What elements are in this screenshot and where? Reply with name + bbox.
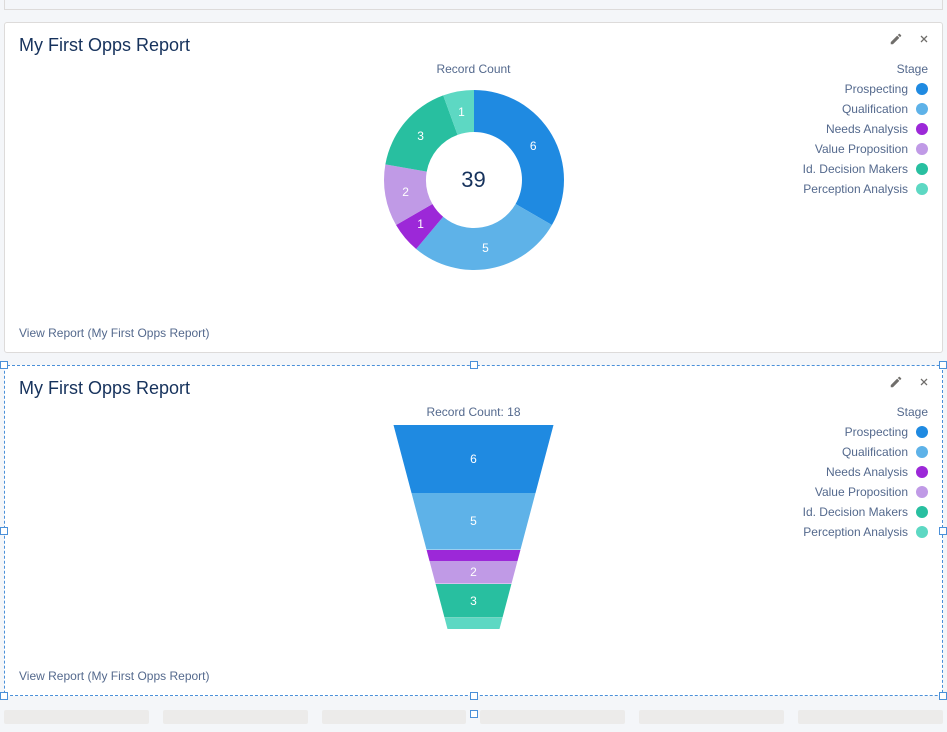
placeholder-card — [322, 710, 467, 724]
legend-label: Perception Analysis — [803, 525, 908, 539]
toolbar-placeholder — [4, 0, 943, 10]
resize-handle[interactable] — [0, 527, 8, 535]
legend-label: Value Proposition — [815, 142, 908, 156]
report-panel-funnel[interactable]: My First Opps Report Record Count: 18 6 5… — [4, 365, 943, 696]
legend-swatch — [916, 163, 928, 175]
legend-label: Qualification — [842, 102, 908, 116]
panel-title: My First Opps Report — [19, 35, 928, 56]
resize-handle[interactable] — [939, 527, 947, 535]
chart-subtitle: Record Count — [436, 62, 510, 76]
legend-item[interactable]: Value Proposition — [803, 142, 928, 156]
funnel-value: 5 — [470, 514, 477, 528]
legend-item[interactable]: Id. Decision Makers — [803, 505, 928, 519]
resize-handle[interactable] — [0, 361, 8, 369]
legend-label: Prospecting — [845, 425, 908, 439]
legend-swatch — [916, 183, 928, 195]
legend-item[interactable]: Needs Analysis — [803, 465, 928, 479]
edit-icon[interactable] — [888, 374, 904, 390]
report-panel-donut: My First Opps Report Record Count 39 651… — [4, 22, 943, 353]
legend-title: Stage — [803, 62, 928, 76]
legend-item[interactable]: Prospecting — [803, 82, 928, 96]
legend-label: Value Proposition — [815, 485, 908, 499]
legend-item[interactable]: Qualification — [803, 102, 928, 116]
resize-handle[interactable] — [470, 710, 478, 718]
legend-swatch — [916, 83, 928, 95]
legend-title: Stage — [803, 405, 928, 419]
resize-handle[interactable] — [470, 361, 478, 369]
funnel-chart: 6 5 2 3 — [384, 425, 564, 629]
legend-item[interactable]: Qualification — [803, 445, 928, 459]
legend-item[interactable]: Perception Analysis — [803, 525, 928, 539]
legend-swatch — [916, 506, 928, 518]
legend-swatch — [916, 486, 928, 498]
funnel-value: 3 — [470, 594, 477, 608]
resize-handle[interactable] — [939, 361, 947, 369]
donut-legend: Stage Prospecting Qualification Needs Anal… — [803, 62, 928, 202]
funnel-legend: Stage Prospecting Qualification Needs Anal… — [803, 405, 928, 545]
panel-title: My First Opps Report — [19, 378, 928, 399]
legend-label: Id. Decision Makers — [803, 162, 908, 176]
donut-chart: 39 651231 — [376, 82, 572, 278]
legend-swatch — [916, 466, 928, 478]
funnel-segment[interactable] — [384, 550, 564, 561]
legend-label: Qualification — [842, 445, 908, 459]
legend-label: Id. Decision Makers — [803, 505, 908, 519]
close-icon[interactable] — [916, 31, 932, 47]
legend-swatch — [916, 526, 928, 538]
view-report-link[interactable]: View Report (My First Opps Report) — [19, 326, 928, 340]
funnel-value: 2 — [470, 565, 477, 579]
legend-swatch — [916, 143, 928, 155]
resize-handle[interactable] — [0, 692, 8, 700]
edit-icon[interactable] — [888, 31, 904, 47]
legend-item[interactable]: Perception Analysis — [803, 182, 928, 196]
funnel-value: 6 — [470, 452, 477, 466]
chart-subtitle: Record Count: 18 — [426, 405, 520, 419]
resize-handle[interactable] — [939, 692, 947, 700]
legend-label: Prospecting — [845, 82, 908, 96]
funnel-segment[interactable] — [384, 618, 564, 629]
legend-swatch — [916, 446, 928, 458]
view-report-link[interactable]: View Report (My First Opps Report) — [19, 669, 928, 683]
close-icon[interactable] — [916, 374, 932, 390]
legend-item[interactable]: Needs Analysis — [803, 122, 928, 136]
legend-swatch — [916, 426, 928, 438]
placeholder-card — [639, 710, 784, 724]
placeholder-card — [798, 710, 943, 724]
placeholder-card — [163, 710, 308, 724]
legend-item[interactable]: Id. Decision Makers — [803, 162, 928, 176]
legend-item[interactable]: Prospecting — [803, 425, 928, 439]
placeholder-card — [480, 710, 625, 724]
resize-handle[interactable] — [470, 692, 478, 700]
legend-item[interactable]: Value Proposition — [803, 485, 928, 499]
legend-label: Needs Analysis — [826, 122, 908, 136]
donut-total: 39 — [376, 82, 572, 278]
legend-label: Needs Analysis — [826, 465, 908, 479]
legend-label: Perception Analysis — [803, 182, 908, 196]
placeholder-card — [4, 710, 149, 724]
legend-swatch — [916, 103, 928, 115]
legend-swatch — [916, 123, 928, 135]
